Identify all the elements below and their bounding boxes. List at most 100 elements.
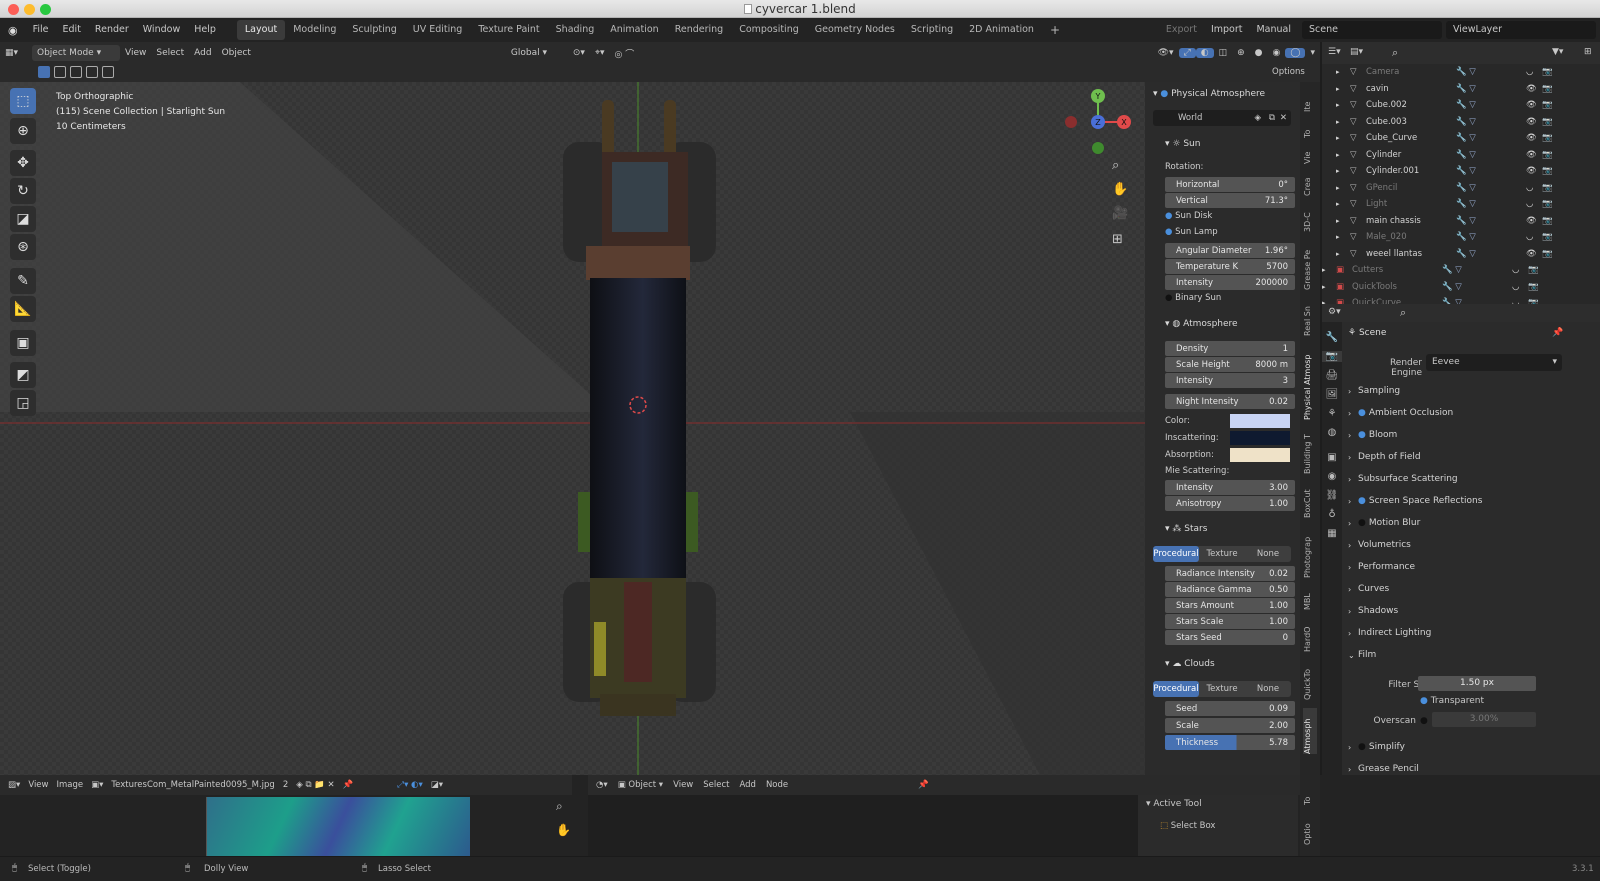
color-swatch[interactable] [1230, 414, 1290, 428]
render-section-header[interactable]: › ● Ambient Occlusion [1348, 404, 1598, 422]
render-camera-icon[interactable]: 📷 [1528, 282, 1539, 292]
solid-shading-icon[interactable]: ● [1250, 48, 1268, 58]
outliner-row[interactable]: ▸ ▽ cavin 🔧 ▽ 👁 📷 [1322, 81, 1600, 97]
scale-height-field[interactable]: Scale Height 8000 m [1165, 357, 1295, 372]
image-tool-gizmo-icon[interactable]: ⤢▾ ◐▾ [397, 780, 422, 790]
sidebar-tab-3d-cursor[interactable]: 3D-C [1303, 206, 1317, 232]
physics-tab-icon[interactable]: ◉ [1322, 471, 1342, 482]
render-camera-icon[interactable]: 📷 [1542, 166, 1553, 176]
sidebar-tab-real-snow[interactable]: Real Sn [1303, 300, 1317, 336]
editor-type-icon[interactable]: ▦▾ [0, 48, 32, 58]
sidebar-tab-item[interactable]: Ite [1303, 86, 1317, 112]
tool-tab-icon[interactable]: 🔧 [1322, 332, 1342, 343]
expand-arrow-icon[interactable]: ▸ [1336, 151, 1350, 159]
select-box-tool-icon[interactable]: ⬚ [10, 88, 36, 114]
view-layer-selector[interactable]: ViewLayer [1446, 21, 1596, 39]
visibility-eye-icon[interactable]: 👁 [1526, 150, 1542, 160]
transform-tool-icon[interactable]: ⊛ [10, 234, 36, 260]
render-camera-icon[interactable]: 📷 [1542, 67, 1553, 77]
stars-tab-none[interactable]: None [1245, 546, 1291, 562]
binary-sun-checkbox[interactable]: ● Binary Sun [1165, 293, 1221, 303]
render-camera-icon[interactable]: 📷 [1542, 199, 1553, 209]
render-engine-dropdown[interactable]: Eevee ▾ [1426, 354, 1562, 371]
expand-arrow-icon[interactable]: ▸ [1336, 200, 1350, 208]
expand-arrow-icon[interactable]: ▸ [1336, 184, 1350, 192]
outliner-row[interactable]: ▸ ▣ Cutters 🔧 ▽ ◡ 📷 [1322, 262, 1600, 278]
world-unlink-icon[interactable]: ✕ [1280, 110, 1287, 126]
image-browse-icon[interactable]: ▣▾ [91, 780, 103, 790]
render-section-header[interactable]: › Subsurface Scattering [1348, 470, 1598, 488]
pa-header[interactable]: ▾ ● Physical Atmosphere [1145, 86, 1295, 102]
visibility-eye-icon[interactable]: ◡ [1526, 232, 1542, 242]
measure-tool-icon[interactable]: 📐 [10, 296, 36, 322]
menu-window[interactable]: Window [136, 18, 187, 42]
output-tab-icon[interactable]: 🖨 [1322, 370, 1342, 381]
object-menu[interactable]: Object [217, 48, 256, 58]
expand-arrow-icon[interactable]: ▸ [1322, 283, 1336, 291]
image-menu[interactable]: Image [56, 780, 83, 790]
gizmo-toggle-icon[interactable]: ⤢ [1178, 48, 1196, 58]
node-editor-type-icon[interactable]: ◔▾ [596, 780, 608, 790]
pivot-icon[interactable]: ⊙▾ [568, 48, 590, 58]
node-menu[interactable]: Node [766, 780, 788, 790]
sidebar-tab-create[interactable]: Crea [1303, 170, 1317, 196]
outliner-row[interactable]: ▸ ▽ Cylinder 🔧 ▽ 👁 📷 [1322, 147, 1600, 163]
world-copy-icon[interactable]: ⧉ [1269, 110, 1275, 126]
texture-tab-icon[interactable]: ▦ [1322, 528, 1342, 539]
bottom-tab-tool[interactable]: To [1303, 789, 1317, 805]
render-camera-icon[interactable]: 📷 [1542, 183, 1553, 193]
section-enable-checkbox[interactable]: ● [1358, 518, 1366, 528]
render-section-header[interactable]: › Depth of Field [1348, 448, 1598, 466]
outliner-row[interactable]: ▸ ▽ Cube.003 🔧 ▽ 👁 📷 [1322, 114, 1600, 130]
menu-edit[interactable]: Edit [56, 18, 88, 42]
sun-section-header[interactable]: ▾ ☼ Sun [1145, 136, 1295, 152]
render-section-header[interactable]: › Volumetrics [1348, 536, 1598, 554]
mie-intensity-field[interactable]: Intensity 3.00 [1165, 480, 1295, 495]
zoom-icon[interactable]: ⌕ [1112, 158, 1119, 173]
workspace-tab-compositing[interactable]: Compositing [731, 20, 807, 40]
render-section-header[interactable]: › ● Simplify [1348, 738, 1598, 756]
sidebar-tab-view[interactable]: Vie [1303, 142, 1317, 164]
transparent-checkbox[interactable]: ● Transparent [1420, 696, 1484, 706]
minimize-window-button[interactable] [24, 4, 35, 15]
expand-arrow-icon[interactable]: ▸ [1336, 250, 1350, 258]
sidebar-tab-grease-pencil[interactable]: Grease Pe [1303, 242, 1317, 290]
visibility-eye-icon[interactable]: 👁 [1526, 133, 1542, 143]
sidebar-tab-quicktools[interactable]: QuickTo [1303, 660, 1317, 700]
display-mode-icon[interactable]: ▤▾ [1350, 47, 1363, 57]
hops-tool-icon[interactable]: ◲ [10, 390, 36, 416]
visibility-eye-icon[interactable]: 👁 [1526, 117, 1542, 127]
scene-selector[interactable]: Scene [1302, 21, 1442, 39]
expand-arrow-icon[interactable]: ▸ [1336, 118, 1350, 126]
bottom-tab-options[interactable]: Optio [1303, 819, 1317, 845]
render-camera-icon[interactable]: 📷 [1542, 216, 1553, 226]
active-tool-header[interactable]: ▾ Active Tool [1146, 799, 1202, 809]
select-mode-new-icon[interactable] [38, 66, 50, 78]
visibility-eye-icon[interactable]: ◡ [1512, 265, 1528, 275]
xray-icon[interactable]: ◫ [1214, 48, 1233, 58]
pin-image-icon[interactable]: 📌 [343, 780, 354, 790]
visibility-eye-icon[interactable]: ◡ [1512, 282, 1528, 292]
render-camera-icon[interactable]: 📷 [1542, 100, 1553, 110]
outliner-row[interactable]: ▸ ▣ QuickCurve 🔧 ▽ ◡ 📷 [1322, 295, 1600, 304]
stars-tab-texture[interactable]: Texture [1199, 546, 1245, 562]
image-zoom-icon[interactable]: ⌕ [556, 799, 563, 814]
zoom-window-button[interactable] [40, 4, 51, 15]
close-window-button[interactable] [8, 4, 19, 15]
node-pin-icon[interactable]: 📌 [918, 780, 929, 790]
visibility-eye-icon[interactable]: 👁 [1526, 84, 1542, 94]
select-mode-extend-icon[interactable] [54, 66, 66, 78]
image-name[interactable]: TexturesCom_MetalPainted0095_M.jpg [111, 780, 274, 790]
render-section-header[interactable]: ⌄ Film [1348, 646, 1598, 664]
render-section-header[interactable]: › Curves [1348, 580, 1598, 598]
shading-options-icon[interactable]: ▾ [1305, 48, 1320, 58]
expand-arrow-icon[interactable]: ▸ [1336, 134, 1350, 142]
sidebar-tab-boxcut[interactable]: BoxCut [1303, 482, 1317, 518]
select-mode-subtract-icon[interactable] [70, 66, 82, 78]
blender-logo-icon[interactable]: ◉ [0, 24, 26, 37]
gizmo-neg-y[interactable] [1092, 142, 1104, 154]
outliner-row[interactable]: ▸ ▽ main chassis 🔧 ▽ 👁 📷 [1322, 213, 1600, 229]
outliner-search-icon[interactable]: ⌕ [1392, 46, 1398, 60]
expand-arrow-icon[interactable]: ▸ [1336, 85, 1350, 93]
stars-amount-field[interactable]: Stars Amount 1.00 [1165, 598, 1295, 613]
